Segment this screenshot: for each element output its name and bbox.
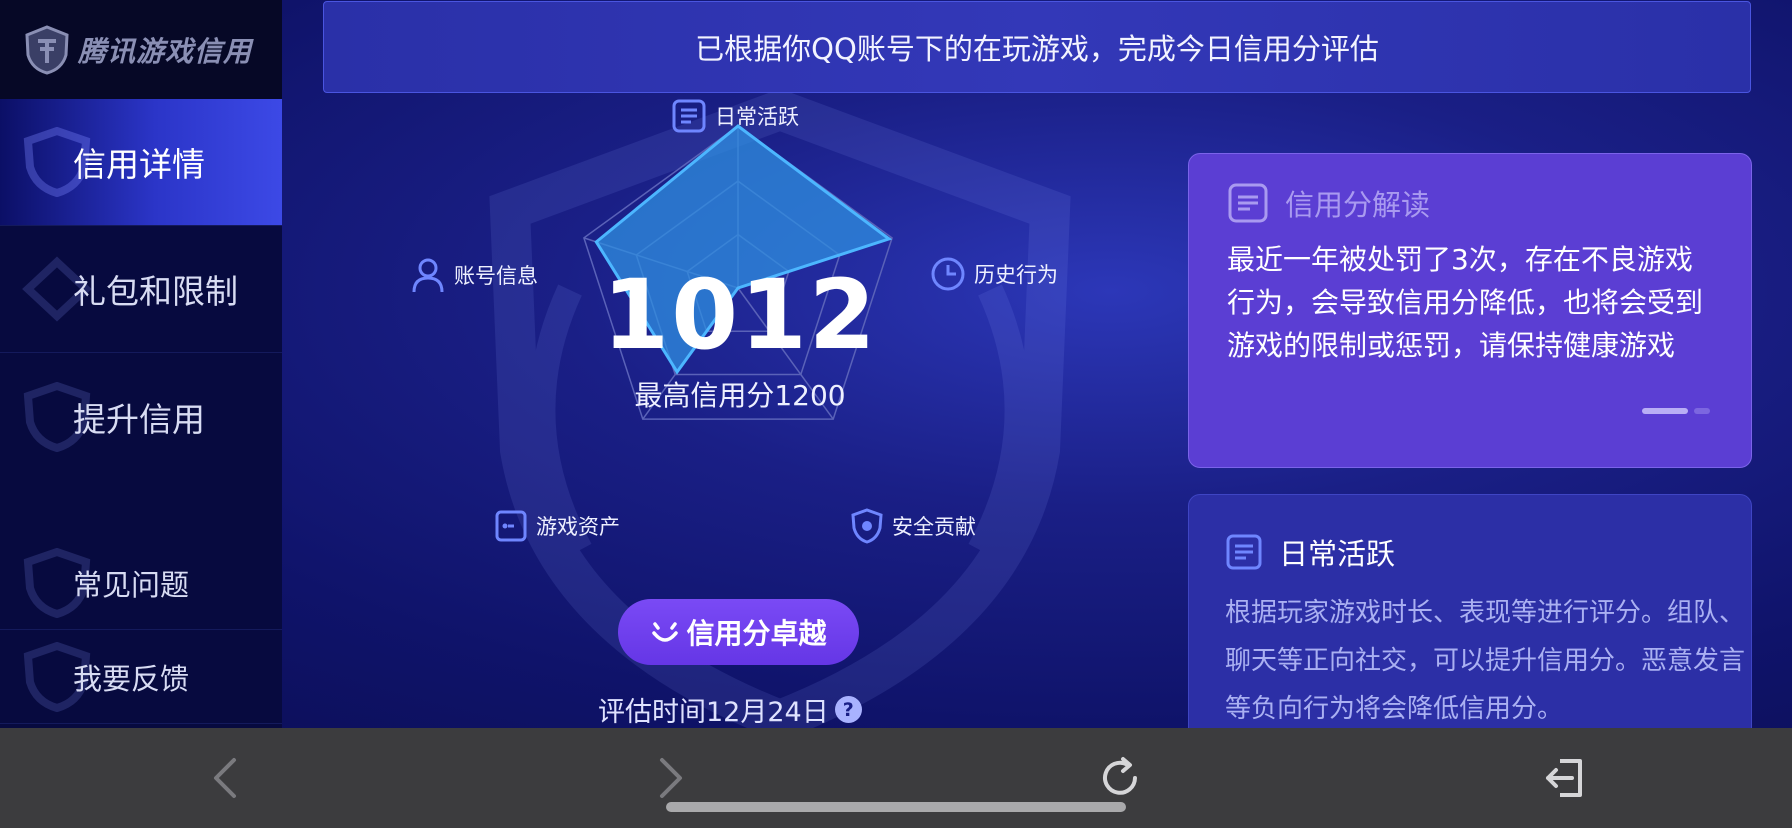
card-body: 最近一年被处罚了3次，存在不良游戏行为，会导致信用分降低，也将会受到游戏的限制或… [1227, 243, 1704, 362]
radar-label-assets: 游戏资产 [494, 509, 620, 543]
back-button[interactable] [195, 748, 255, 808]
card-title: 信用分解读 [1227, 182, 1713, 224]
carousel-dot [1694, 408, 1710, 414]
credit-interpretation-card: 信用分解读 最近一年被处罚了3次，存在不良游戏行为，会导致信用分降低，也将会受到… [1188, 153, 1752, 468]
max-score-text: 最高信用分1200 [634, 379, 846, 412]
radar-label-security: 安全贡献 [850, 508, 976, 544]
exit-button[interactable] [1534, 748, 1594, 808]
app-logo: 腾讯游戏信用 [0, 0, 282, 99]
sidebar-item-faq[interactable]: 常见问题 [0, 536, 282, 630]
document-icon [672, 99, 706, 133]
radar-label-account: 账号信息 [410, 256, 538, 294]
forward-button[interactable] [641, 748, 701, 808]
carousel-dot-active [1642, 408, 1688, 414]
refresh-button[interactable] [1090, 748, 1150, 808]
evaluation-time: 评估时间12月24日 ? [598, 690, 862, 729]
refresh-icon [1103, 757, 1137, 795]
credit-grade-button[interactable]: 信用分卓越 [618, 599, 859, 665]
clock-icon [931, 257, 965, 291]
exit-icon [1546, 759, 1582, 797]
sidebar-item-credit-details[interactable]: 信用详情 [0, 99, 282, 226]
sidebar-item-label: 提升信用 [73, 399, 205, 439]
user-icon [412, 258, 444, 293]
radar-axis-label: 日常活跃 [715, 105, 799, 129]
carousel-indicator [1642, 408, 1712, 414]
shield-icon [851, 508, 883, 544]
daily-active-card: 日常活跃 根据玩家游戏时长、表现等进行评分。组队、聊天等正向社交，可以提升信用分… [1188, 494, 1752, 754]
chevron-right-icon [660, 758, 682, 798]
card-title-text: 信用分解读 [1285, 188, 1431, 222]
evaluation-banner: 已根据你QQ账号下的在玩游戏，完成今日信用分评估 [323, 1, 1751, 93]
radar-label-history: 历史行为 [930, 256, 1058, 292]
sidebar-item-label: 我要反馈 [73, 661, 190, 696]
sidebar-item-improve-credit[interactable]: 提升信用 [0, 353, 282, 480]
sidebar-item-label: 信用详情 [73, 145, 205, 184]
logo-text: 腾讯游戏信用 [78, 34, 253, 68]
sidebar-item-label: 礼包和限制 [73, 272, 238, 311]
logo-shield-icon [25, 24, 69, 75]
home-indicator [666, 802, 1126, 812]
sidebar-item-feedback[interactable]: 我要反馈 [0, 630, 282, 724]
card-title: 日常活跃 [1225, 531, 1751, 573]
radar-axis-label: 安全贡献 [892, 515, 976, 539]
radar-label-daily-active: 日常活跃 [671, 98, 799, 134]
document-icon [1226, 534, 1262, 570]
sidebar-item-gifts-restrictions[interactable]: 礼包和限制 [0, 226, 282, 353]
smile-icon [652, 622, 679, 642]
document-icon [1228, 183, 1268, 223]
credit-grade-label: 信用分卓越 [686, 617, 827, 650]
sidebar: 腾讯游戏信用 信用详情 礼包和限制 提升信用 常见问题 我要反馈 [0, 0, 282, 728]
sidebar-item-label: 常见问题 [73, 567, 190, 602]
help-icon[interactable]: ? [834, 696, 862, 723]
credit-score: 1012 [602, 259, 878, 371]
radar-axis-label: 账号信息 [454, 264, 538, 288]
card-body: 根据玩家游戏时长、表现等进行评分。组队、聊天等正向社交，可以提升信用分。恶意发言… [1225, 598, 1746, 724]
radar-axis-label: 游戏资产 [536, 515, 620, 539]
browser-toolbar [0, 728, 1792, 828]
wallet-icon [495, 510, 527, 542]
card-title-text: 日常活跃 [1279, 537, 1396, 571]
radar-axis-label: 历史行为 [974, 263, 1058, 287]
evaluation-time-text: 评估时间12月24日 [598, 697, 829, 728]
chevron-left-icon [214, 758, 236, 798]
